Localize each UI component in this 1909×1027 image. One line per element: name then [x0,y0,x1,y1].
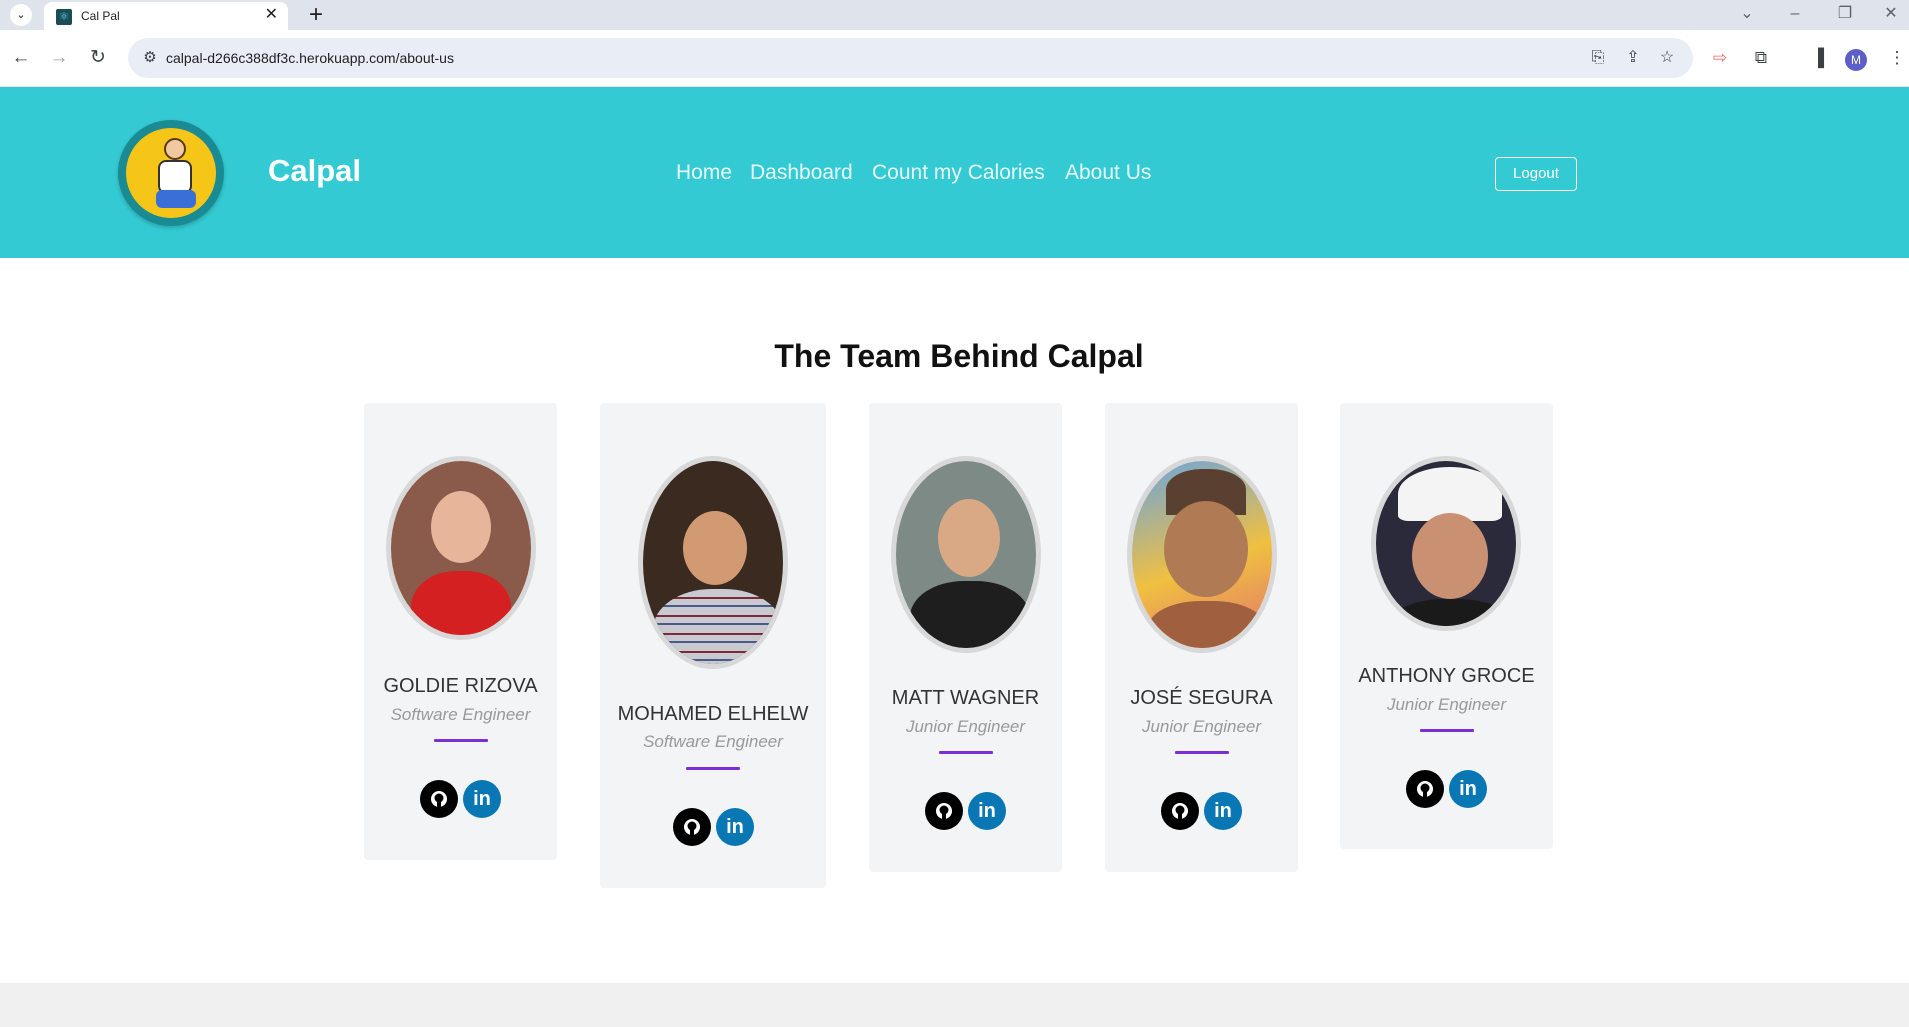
member-name: ANTHONY GROCE [1358,665,1535,687]
team-card: GOLDIE RIZOVA Software Engineer in [364,403,557,860]
tab-list-chevron-icon[interactable]: ⌄ [1732,3,1762,25]
react-favicon-icon: ⚛ [56,9,72,25]
nav-dashboard[interactable]: Dashboard [750,161,853,185]
close-window-icon[interactable]: ✕ [1876,3,1906,25]
logout-button[interactable]: Logout [1495,157,1577,191]
logo-mascot-legs [156,190,196,208]
url-text[interactable]: calpal-d266c388df3c.herokuapp.com/about-… [166,50,454,66]
close-tab-icon[interactable]: ✕ [265,6,278,24]
member-role: Junior Engineer [905,717,1026,736]
browser-tab[interactable]: ⚛ Cal Pal ✕ [44,2,288,30]
team-card: MOHAMED ELHELW Software Engineer in [600,403,826,888]
member-name: GOLDIE RIZOVA [383,675,538,697]
brand-name[interactable]: Calpal [268,153,361,189]
member-role: Junior Engineer [1386,695,1507,714]
github-icon[interactable] [1406,770,1444,808]
share-icon[interactable]: ⇪ [1622,47,1644,69]
github-icon[interactable] [1161,792,1199,830]
team-card: JOSÉ SEGURA Junior Engineer in [1105,403,1298,872]
address-bar[interactable]: ⚙ calpal-d266c388df3c.herokuapp.com/abou… [128,38,1693,78]
profile-avatar[interactable]: M [1845,49,1867,71]
member-photo [1371,456,1521,631]
tab-title: Cal Pal [81,9,120,23]
extensions-puzzle-icon[interactable]: ⧉ [1747,44,1775,72]
member-role: Junior Engineer [1141,717,1262,736]
reload-icon[interactable]: ↻ [84,44,112,72]
team-card: MATT WAGNER Junior Engineer in [869,403,1062,872]
linkedin-icon[interactable]: in [1204,792,1242,830]
divider [1420,729,1474,732]
restore-icon[interactable]: ❐ [1830,3,1860,25]
divider [939,751,993,754]
member-name: MATT WAGNER [891,687,1040,709]
member-photo [386,456,536,640]
calpal-logo[interactable] [118,120,224,226]
divider [1175,751,1229,754]
member-photo [1127,456,1277,653]
browser-toolbar: ← → ↻ ⚙ calpal-d266c388df3c.herokuapp.co… [0,30,1909,87]
member-name: MOHAMED ELHELW [617,703,809,725]
linkedin-icon[interactable]: in [716,808,754,846]
tab-search-chevron-icon[interactable]: ⌄ [10,4,32,26]
nav-home[interactable]: Home [676,161,732,185]
side-panel-icon[interactable]: ▐ [1804,44,1832,72]
member-role: Software Engineer [643,732,783,751]
linkedin-icon[interactable]: in [1449,770,1487,808]
logo-mascot-body [158,160,192,194]
team-card: ANTHONY GROCE Junior Engineer in [1340,403,1553,849]
install-app-icon[interactable]: ⎘ [1587,47,1609,69]
linkedin-icon[interactable]: in [968,792,1006,830]
nav-about-us[interactable]: About Us [1065,161,1151,185]
member-photo [638,456,788,669]
page-title: The Team Behind Calpal [774,338,1144,374]
github-icon[interactable] [673,808,711,846]
minimize-icon[interactable]: – [1780,3,1810,25]
member-photo [891,456,1041,653]
nav-count-calories[interactable]: Count my Calories [872,161,1045,185]
logo-circle [126,128,216,218]
back-icon[interactable]: ← [7,44,35,72]
app-header: Calpal Home Dashboard Count my Calories … [0,87,1909,258]
page-footer [0,983,1909,1027]
divider [434,739,488,742]
linkedin-icon[interactable]: in [463,780,501,818]
extension-red-icon[interactable]: ⇨ [1706,44,1734,72]
github-icon[interactable] [925,792,963,830]
member-name: JOSÉ SEGURA [1130,687,1273,709]
logo-mascot-head [164,138,186,160]
member-role: Software Engineer [390,705,531,724]
new-tab-button[interactable]: + [302,3,330,27]
divider [686,767,740,770]
bookmark-star-icon[interactable]: ☆ [1656,47,1678,69]
site-info-icon[interactable]: ⚙ [138,46,162,70]
browser-menu-icon[interactable]: ⋮ [1883,44,1909,72]
github-icon[interactable] [420,780,458,818]
forward-icon[interactable]: → [45,44,73,72]
browser-tab-strip: ⌄ ⚛ Cal Pal ✕ + ⌄ – ❐ ✕ [0,0,1909,30]
